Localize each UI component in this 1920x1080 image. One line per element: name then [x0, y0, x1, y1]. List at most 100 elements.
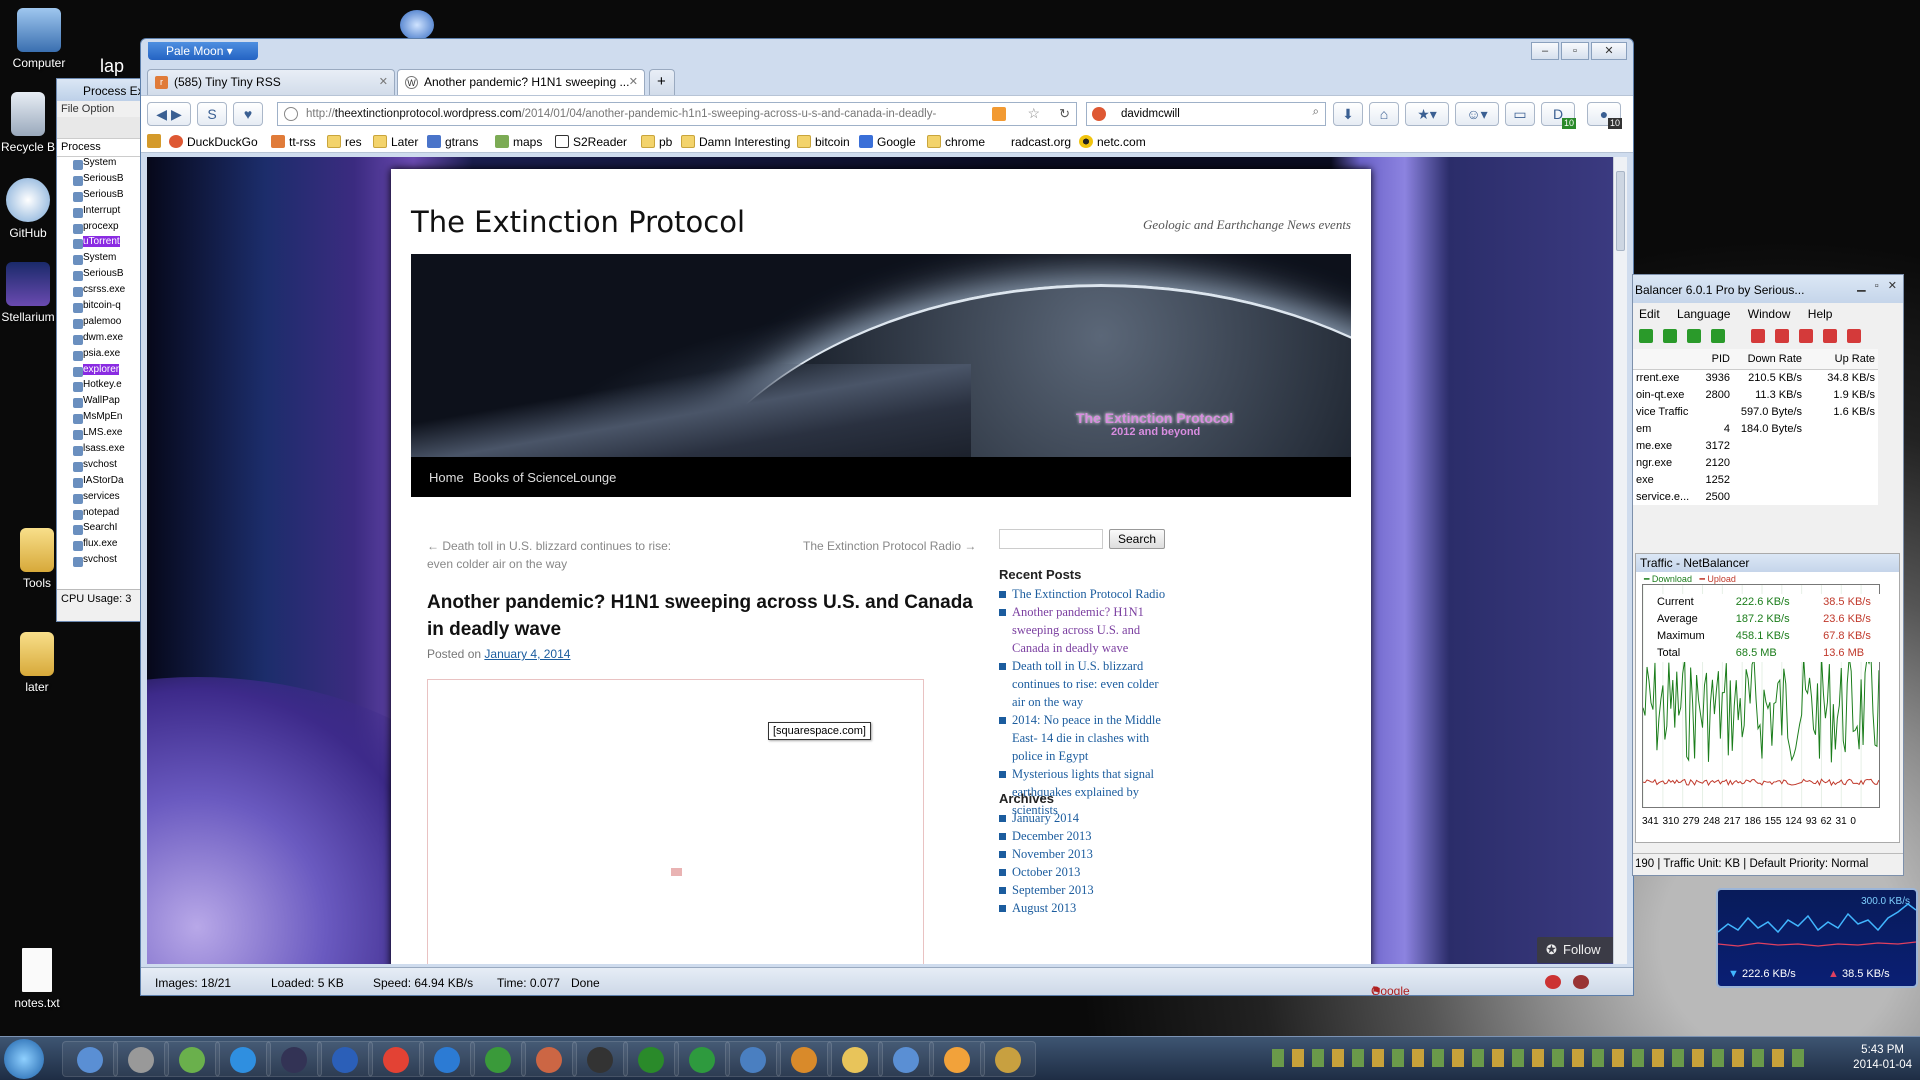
desktop-icon-stellarium[interactable]: Stellarium	[0, 262, 56, 324]
netbalancer-window[interactable]: Balancer 6.0.1 Pro by Serious... ▁ ▫ ✕ Ed…	[1632, 274, 1904, 876]
process-row[interactable]: System	[57, 252, 145, 268]
bookmark-google[interactable]: Google	[859, 135, 916, 149]
priority-down-icon[interactable]	[1639, 329, 1653, 343]
process-list[interactable]: System SeriousB SeriousB Interrupt procexp uT…	[57, 157, 145, 589]
bookmark-folder-bitcoin[interactable]: bitcoin	[797, 135, 850, 149]
bookmark-star-icon[interactable]: ☆	[1027, 105, 1040, 122]
taskbar-windows-explorer[interactable]	[62, 1041, 118, 1077]
recent-post-link[interactable]: 2014: No peace in the Middle East- 14 di…	[999, 711, 1171, 765]
desktop-icon-notes[interactable]: notes.txt	[0, 948, 74, 1010]
taskbar-monitor[interactable]	[572, 1041, 628, 1077]
column-header-up-rate[interactable]: Up Rate	[1805, 349, 1878, 370]
desktop-icon-recycle-bin[interactable]: Recycle B	[0, 92, 56, 154]
process-row[interactable]: Interrupt	[57, 205, 145, 221]
next-post-link[interactable]: The Extinction Protocol Radio →	[803, 537, 976, 555]
greasemonkey-button[interactable]: ☺▾	[1455, 102, 1499, 126]
nav-home[interactable]: Home	[429, 470, 464, 485]
s2-extension-button[interactable]: S	[197, 102, 227, 126]
taskbar-camera-app[interactable]	[113, 1041, 169, 1077]
process-traffic-table[interactable]: PID Down Rate Up Rate rrent.exe 3936 210.5…	[1633, 349, 1878, 505]
process-row[interactable]: notepad	[57, 507, 145, 523]
close-button[interactable]: ✕	[1591, 42, 1627, 60]
bookmark-gtrans[interactable]: gtrans	[427, 135, 478, 149]
recent-post-link[interactable]: Another pandemic? H1N1 sweeping across U…	[999, 603, 1171, 657]
taskbar-bitcoin[interactable]	[929, 1041, 985, 1077]
desktop-icon-later[interactable]: later	[0, 632, 74, 694]
archive-link[interactable]: September 2013	[999, 881, 1171, 899]
vertical-scrollbar[interactable]	[1613, 157, 1627, 964]
globe-icon[interactable]	[400, 10, 434, 40]
nav-lounge[interactable]: Lounge	[573, 470, 616, 485]
process-row[interactable]: services	[57, 491, 145, 507]
page-viewport[interactable]: The Extinction Protocol Geologic and Ear…	[147, 157, 1627, 964]
archive-link[interactable]: January 2014	[999, 809, 1171, 827]
taskbar-search-tool[interactable]	[725, 1041, 781, 1077]
bookmark-folder-damn-interesting[interactable]: Damn Interesting	[681, 135, 790, 149]
taskbar-pale-moon[interactable]	[317, 1041, 373, 1077]
reload-icon[interactable]: ↻	[1059, 106, 1070, 122]
taskbar-thunderbird[interactable]	[419, 1041, 475, 1077]
taskbar-globe-browser[interactable]	[215, 1041, 271, 1077]
process-row[interactable]: flux.exe	[57, 538, 145, 554]
priority-up-icon[interactable]	[1847, 329, 1861, 343]
system-tray[interactable]	[1272, 1049, 1812, 1067]
close-tab-icon[interactable]: ✕	[629, 75, 638, 88]
sidebar-search-input[interactable]	[999, 529, 1103, 549]
scrollbar-thumb[interactable]	[1616, 171, 1625, 251]
process-row[interactable]: palemoo	[57, 316, 145, 332]
taskbar-snake-python[interactable]	[623, 1041, 679, 1077]
archive-link[interactable]: December 2013	[999, 827, 1171, 845]
priority-up-icon[interactable]	[1799, 329, 1813, 343]
menu-language[interactable]: Language	[1677, 307, 1730, 321]
follow-button[interactable]: ✪ Follow	[1537, 937, 1617, 963]
address-bar[interactable]: http://theextinctionprotocol.wordpress.c…	[277, 102, 1077, 126]
column-header-pid[interactable]: PID	[1697, 349, 1733, 370]
bookmark-duckduckgo[interactable]: DuckDuckGo	[169, 135, 258, 149]
taskbar-utorrent[interactable]	[674, 1041, 730, 1077]
priority-down-icon[interactable]	[1711, 329, 1725, 343]
new-tab-button[interactable]: +	[649, 69, 675, 95]
process-row[interactable]: SearchI	[57, 522, 145, 538]
priority-down-icon[interactable]	[1687, 329, 1701, 343]
download-button[interactable]: ⬇	[1333, 102, 1363, 126]
archive-link[interactable]: November 2013	[999, 845, 1171, 863]
sidebar-search-button[interactable]: Search	[1109, 529, 1165, 549]
taskbar-pineapple-app[interactable]	[776, 1041, 832, 1077]
rss-icon[interactable]	[992, 107, 1006, 121]
taskbar-keys-app[interactable]	[980, 1041, 1036, 1077]
taskbar-keepass-lock[interactable]	[266, 1041, 322, 1077]
recent-post-link[interactable]: The Extinction Protocol Radio	[999, 585, 1171, 603]
taskbar-spreadsheet[interactable]	[470, 1041, 526, 1077]
process-row[interactable]: bitcoin-q	[57, 300, 145, 316]
notes-button[interactable]: ▭	[1505, 102, 1535, 126]
process-row[interactable]: explorer	[57, 363, 145, 380]
maximize-button[interactable]: ▫	[1561, 42, 1589, 60]
bookmark-netc[interactable]: netc.com	[1079, 135, 1146, 149]
process-row[interactable]: SeriousB	[57, 268, 145, 284]
process-explorer-window[interactable]: Process Ex File Option Process System Ser…	[56, 78, 146, 622]
process-row[interactable]: WallPap	[57, 395, 145, 411]
table-row[interactable]: vice Traffic 597.0 Byte/s 1.6 KB/s	[1633, 403, 1878, 420]
process-row[interactable]: IAStorDa	[57, 475, 145, 491]
taskbar-paint[interactable]	[521, 1041, 577, 1077]
bookmark-maps[interactable]: maps	[495, 135, 542, 149]
window-controls[interactable]: ▁ ▫ ✕	[1857, 279, 1897, 292]
tab-tiny-tiny-rss[interactable]: r (585) Tiny Tiny RSS ✕	[147, 69, 395, 95]
post-date-link[interactable]: January 4, 2014	[484, 647, 570, 661]
column-header-down-rate[interactable]: Down Rate	[1733, 349, 1805, 370]
extension-status-button[interactable]: ● 10	[1587, 102, 1622, 129]
process-row[interactable]: dwm.exe	[57, 332, 145, 348]
process-explorer-toolbar[interactable]	[57, 117, 145, 139]
bookmark-folder-chrome[interactable]: chrome	[927, 135, 985, 149]
bandwidth-widget[interactable]: 300.0 KB/s ▼ 222.6 KB/s ▲ 38.5 KB/s	[1716, 888, 1918, 988]
download-status-button[interactable]: D 10	[1541, 102, 1576, 129]
taskbar-windows-logo[interactable]	[164, 1041, 220, 1077]
duckduckgo-search-engine-icon[interactable]	[1092, 107, 1106, 121]
minimize-button[interactable]: –	[1531, 42, 1559, 60]
table-row[interactable]: em 4 184.0 Byte/s	[1633, 420, 1878, 437]
process-row[interactable]: SeriousB	[57, 189, 145, 205]
process-row[interactable]: System	[57, 157, 145, 173]
shield-extension-button[interactable]: ♥	[233, 102, 263, 126]
process-row[interactable]: Hotkey.e	[57, 379, 145, 395]
close-tab-icon[interactable]: ✕	[379, 75, 388, 88]
